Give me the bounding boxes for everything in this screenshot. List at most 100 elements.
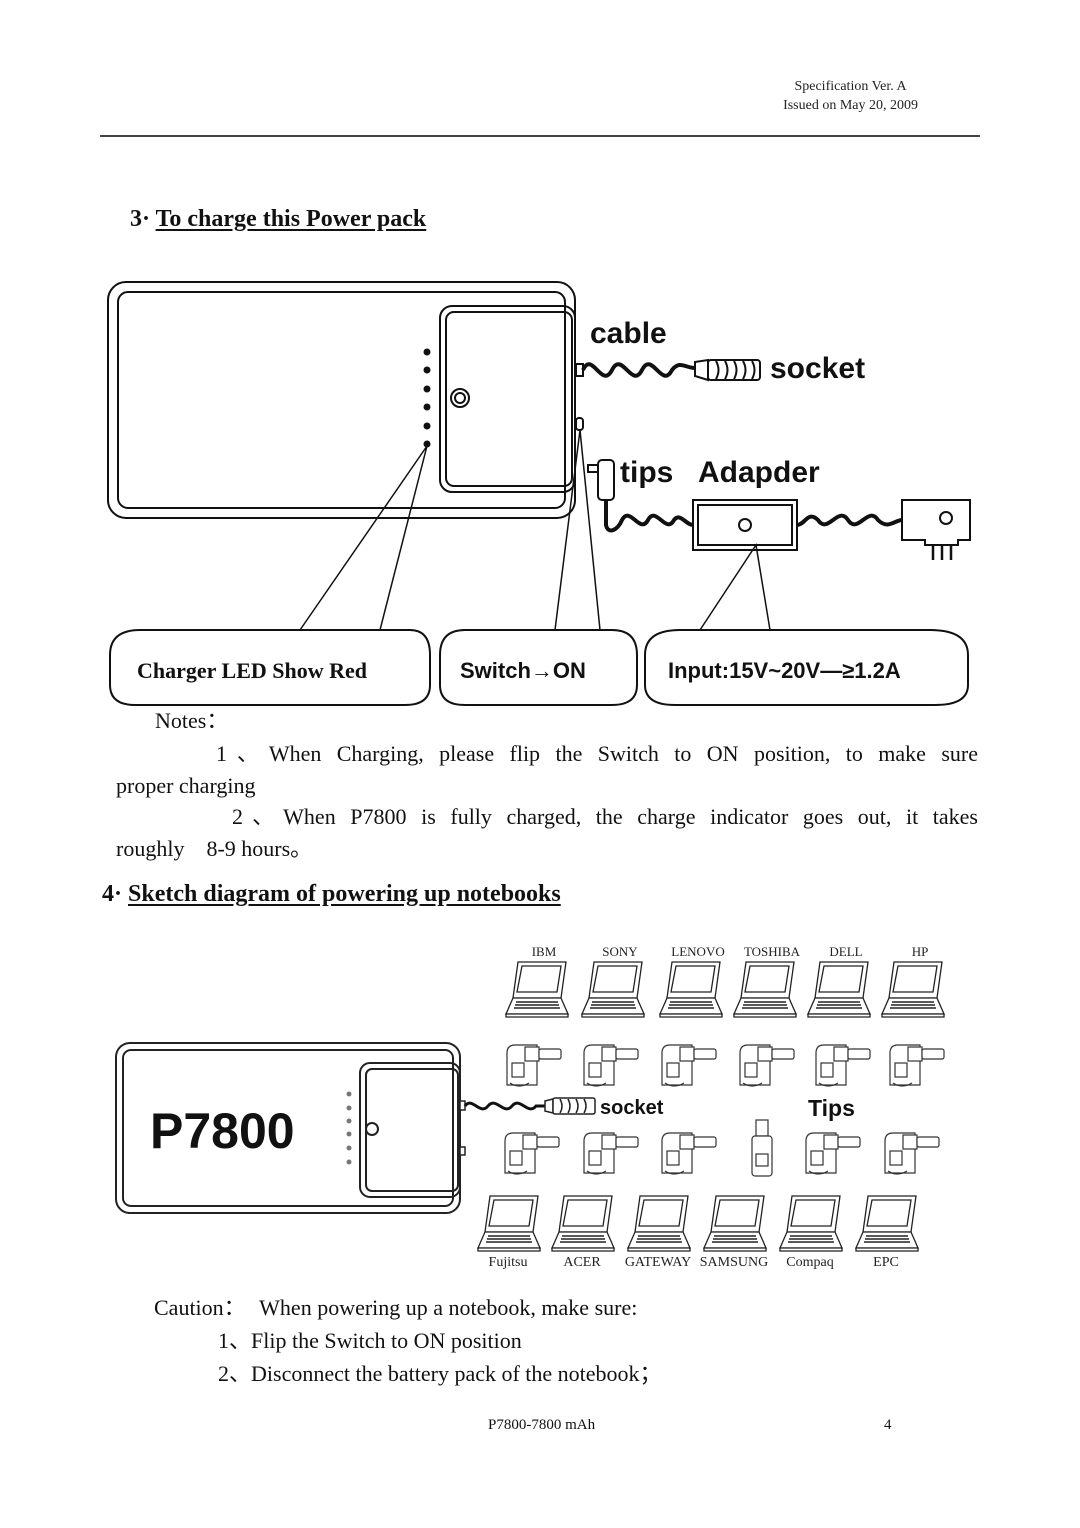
note-2: 2、When P7800 is fully charged, the charg… [116,801,978,865]
laptop-icon [855,1195,919,1252]
laptop-icon [807,961,871,1018]
laptop-icon [659,961,723,1018]
label-adapter: Adapder [698,456,820,489]
led-icon [423,385,431,393]
spec-version: Specification Ver. A [794,79,907,94]
notes-label: Notes： [155,708,229,733]
brand-label: ACER [563,1255,601,1270]
connector-tip-icon [504,1132,560,1175]
socket-plug-icon [544,1097,596,1115]
laptop-icon [551,1195,615,1252]
header-divider [100,135,980,137]
connector-tip-icon [884,1132,940,1175]
footer-page-number: 4 [884,1417,892,1433]
footer-model: P7800-7800 mAh [488,1417,596,1433]
label-cable: cable [590,317,667,350]
laptop-icon [627,1195,691,1252]
connector-tip-icon [583,1044,639,1087]
p7800-switch-icon [459,1146,466,1156]
p7800-button-icon [365,1122,379,1136]
note-2-text: When P7800 is fully charged, the charge … [283,804,978,829]
led-icon [346,1131,352,1137]
section-4-title: 4· Sketch diagram of powering up noteboo… [102,880,561,908]
caution-item-2-number: 2、 [218,1361,252,1386]
brand-label: DELL [829,944,862,959]
caution-line: Caution： When powering up a notebook, ma… [154,1292,637,1324]
connector-tip-icon [661,1044,717,1087]
p7800-leds [346,1091,352,1165]
note-1: 1、When Charging, please flip the Switch … [116,738,978,802]
note-1-text: When Charging, please flip the Switch to… [268,741,978,766]
brand-label: LENOVO [671,944,724,959]
brand-label: SAMSUNG [700,1255,768,1270]
laptop-icon [733,961,797,1018]
connector-tip-icon [815,1044,871,1087]
label-tips: tips [620,456,673,489]
adapter-brick-icon [692,499,798,551]
laptop-icon [881,961,945,1018]
note-1-number: 1、 [216,741,269,766]
cable-coil-icon [581,362,696,378]
p7800-battery-door [359,1062,461,1198]
brand-label: SONY [602,944,638,959]
led-icon [423,366,431,374]
connector-tip-icon [739,1044,795,1087]
caution-item-1-number: 1、 [218,1328,252,1353]
power-pack-outline [107,281,576,519]
led-icon [346,1091,352,1097]
note-2-number: 2、 [232,804,284,829]
socket-plug-icon [694,358,761,382]
socket-cable-coil-icon [463,1101,545,1111]
caution-item-2-text: Disconnect the battery pack of the noteb… [251,1361,662,1386]
led-icon [346,1105,352,1111]
cable-port-icon [575,363,584,377]
section-3-heading: To charge this Power pack [155,206,427,232]
switch-icon [575,417,584,431]
callout-led-text: Charger LED Show Red [137,658,367,683]
section-3-number: 3· [130,206,151,232]
laptop-icon [505,961,569,1018]
caution-item-2: 2、Disconnect the battery pack of the not… [218,1358,662,1390]
brand-label: HP [912,944,929,959]
laptop-icon [581,961,645,1018]
tips-label: Tips [808,1095,855,1121]
brand-label: Compaq [786,1255,833,1270]
led-icon [423,348,431,356]
power-button-icon [450,388,470,408]
led-icon [423,422,431,430]
notebook-diagram: P7800 socket Tips IBM SONY LENOVO TOSHIBA DE… [115,944,945,1270]
connector-tip-icon [889,1044,945,1087]
laptop-icon [779,1195,843,1252]
socket-label: socket [600,1097,664,1119]
connector-tip-icon [805,1132,861,1175]
connector-tip-icon [583,1132,639,1175]
brand-label: EPC [873,1255,899,1270]
led-icon [346,1159,352,1165]
battery-door-outer [439,305,576,493]
power-pack-inner [117,291,566,509]
charging-diagram: cable socket tips Adapder Charger LED Sh… [107,281,971,706]
page-header: Specification Ver. A Issued on May 20, 2… [783,77,918,115]
callout-switch-text: Switch→ON [460,658,586,683]
section-4-heading: Sketch diagram of powering up notebooks [128,881,561,907]
led-icon [346,1118,352,1124]
section-4-number: 4· [102,881,123,907]
note-2-continuation: roughly 8-9 hours。 [116,836,313,861]
wall-plug-icon [901,499,971,560]
tip-connector-icon [587,459,615,501]
callout-input-text: Input:15V~20V—≥1.2A [668,658,901,683]
connector-tip-icon [661,1132,717,1175]
connector-tip-icon [751,1119,773,1177]
led-indicators [423,348,431,448]
caution-label: Caution： [154,1295,246,1320]
brand-label: IBM [532,944,557,959]
brand-label: GATEWAY [625,1255,691,1270]
section-3-title: 3· To charge this Power pack [130,205,426,233]
brand-label: TOSHIBA [744,944,801,959]
led-icon [346,1145,352,1151]
mains-cable-coil-icon [796,513,903,527]
issued-date: Issued on May 20, 2009 [783,98,918,113]
caution-text: When powering up a notebook, make sure: [259,1295,638,1320]
led-icon [423,403,431,411]
note-1-continuation: proper charging [116,773,256,798]
